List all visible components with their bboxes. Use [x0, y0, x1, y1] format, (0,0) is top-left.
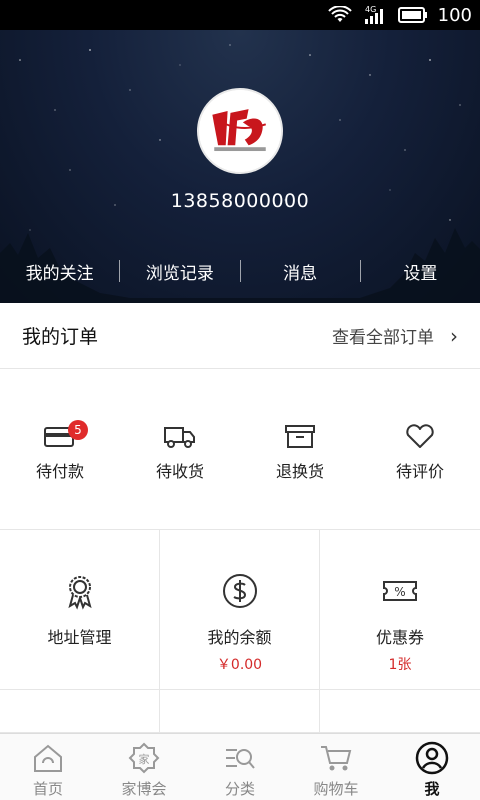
bottom-tab-bar: 首页 家 家博会 分类 购物车 我 [0, 733, 480, 800]
order-pending-receipt[interactable]: 待收货 [120, 370, 240, 529]
coupons[interactable]: % 优惠券 1张 [320, 530, 480, 690]
link-browse-history[interactable]: 浏览记录 [120, 259, 239, 284]
cart-icon [321, 746, 352, 771]
award-icon [67, 576, 92, 610]
orders-header: 我的订单 查看全部订单 › [0, 303, 480, 369]
category-icon [226, 749, 255, 769]
link-messages[interactable]: 消息 [241, 259, 360, 284]
brand-logo [199, 90, 281, 172]
order-returns[interactable]: 退换货 [240, 370, 360, 529]
battery-icon [397, 7, 428, 23]
orders-title: 我的订单 [22, 326, 99, 348]
tab-cart[interactable]: 购物车 [288, 734, 384, 800]
address-management[interactable]: 地址管理 [0, 530, 160, 690]
tab-label: 家博会 [121, 780, 167, 798]
pending-payment-badge: 5 [68, 420, 88, 440]
link-settings[interactable]: 设置 [361, 259, 480, 284]
profile-header: 13858000000 我的关注 浏览记录 消息 设置 [0, 30, 480, 303]
expo-icon: 家 [128, 742, 160, 774]
order-pending-review[interactable]: 待评价 [360, 370, 480, 529]
tab-label: 购物车 [313, 780, 359, 798]
signal-icon: 4G [362, 5, 388, 25]
order-status-label: 待付款 [35, 462, 84, 481]
battery-level: 100 [437, 4, 472, 26]
balance-value: ￥0.00 [216, 657, 263, 673]
svg-text:%: % [394, 585, 405, 599]
chevron-right-icon: › [450, 323, 458, 348]
truck-icon [164, 427, 195, 448]
tab-label: 我 [424, 780, 440, 798]
grid-empty-cell [320, 690, 480, 733]
status-bar: 4G 100 [0, 0, 480, 30]
services-grid: 地址管理 我的余额 ￥0.00 % 优惠券 1张 [0, 530, 480, 733]
header-links: 我的关注 浏览记录 消息 设置 [0, 255, 480, 287]
order-pending-payment[interactable]: 5 待付款 [0, 370, 120, 529]
tab-expo[interactable]: 家 家博会 [96, 734, 192, 800]
tab-home[interactable]: 首页 [0, 734, 96, 800]
svg-text:家: 家 [139, 752, 150, 766]
view-all-orders-link[interactable]: 查看全部订单 › [332, 323, 458, 349]
wifi-icon [327, 6, 352, 24]
coupon-icon: % [383, 581, 417, 601]
my-balance[interactable]: 我的余额 ￥0.00 [160, 530, 320, 690]
order-status-row: 5 待付款 待收货 退换货 待评价 [0, 370, 480, 530]
order-status-label: 退换货 [275, 462, 324, 481]
user-icon [415, 741, 449, 775]
heart-icon [406, 424, 434, 448]
service-label: 我的余额 [207, 628, 272, 647]
dollar-icon [222, 574, 257, 608]
service-label: 优惠券 [375, 628, 424, 647]
link-my-follows[interactable]: 我的关注 [0, 259, 119, 284]
network-type: 4G [365, 5, 376, 14]
view-all-orders-label: 查看全部订单 [332, 328, 434, 348]
tab-category[interactable]: 分类 [192, 734, 288, 800]
coupon-count: 1张 [388, 657, 412, 673]
service-label: 地址管理 [47, 628, 112, 647]
tab-label: 分类 [224, 780, 255, 798]
order-status-label: 待评价 [395, 462, 444, 481]
grid-empty-cell [160, 690, 320, 733]
grid-empty-cell [0, 690, 160, 733]
home-icon [34, 744, 62, 772]
tab-label: 首页 [32, 780, 63, 798]
avatar[interactable] [197, 88, 283, 174]
box-icon [285, 425, 315, 448]
tab-me[interactable]: 我 [384, 734, 480, 800]
order-status-label: 待收货 [155, 462, 204, 481]
phone-number: 13858000000 [170, 190, 310, 212]
